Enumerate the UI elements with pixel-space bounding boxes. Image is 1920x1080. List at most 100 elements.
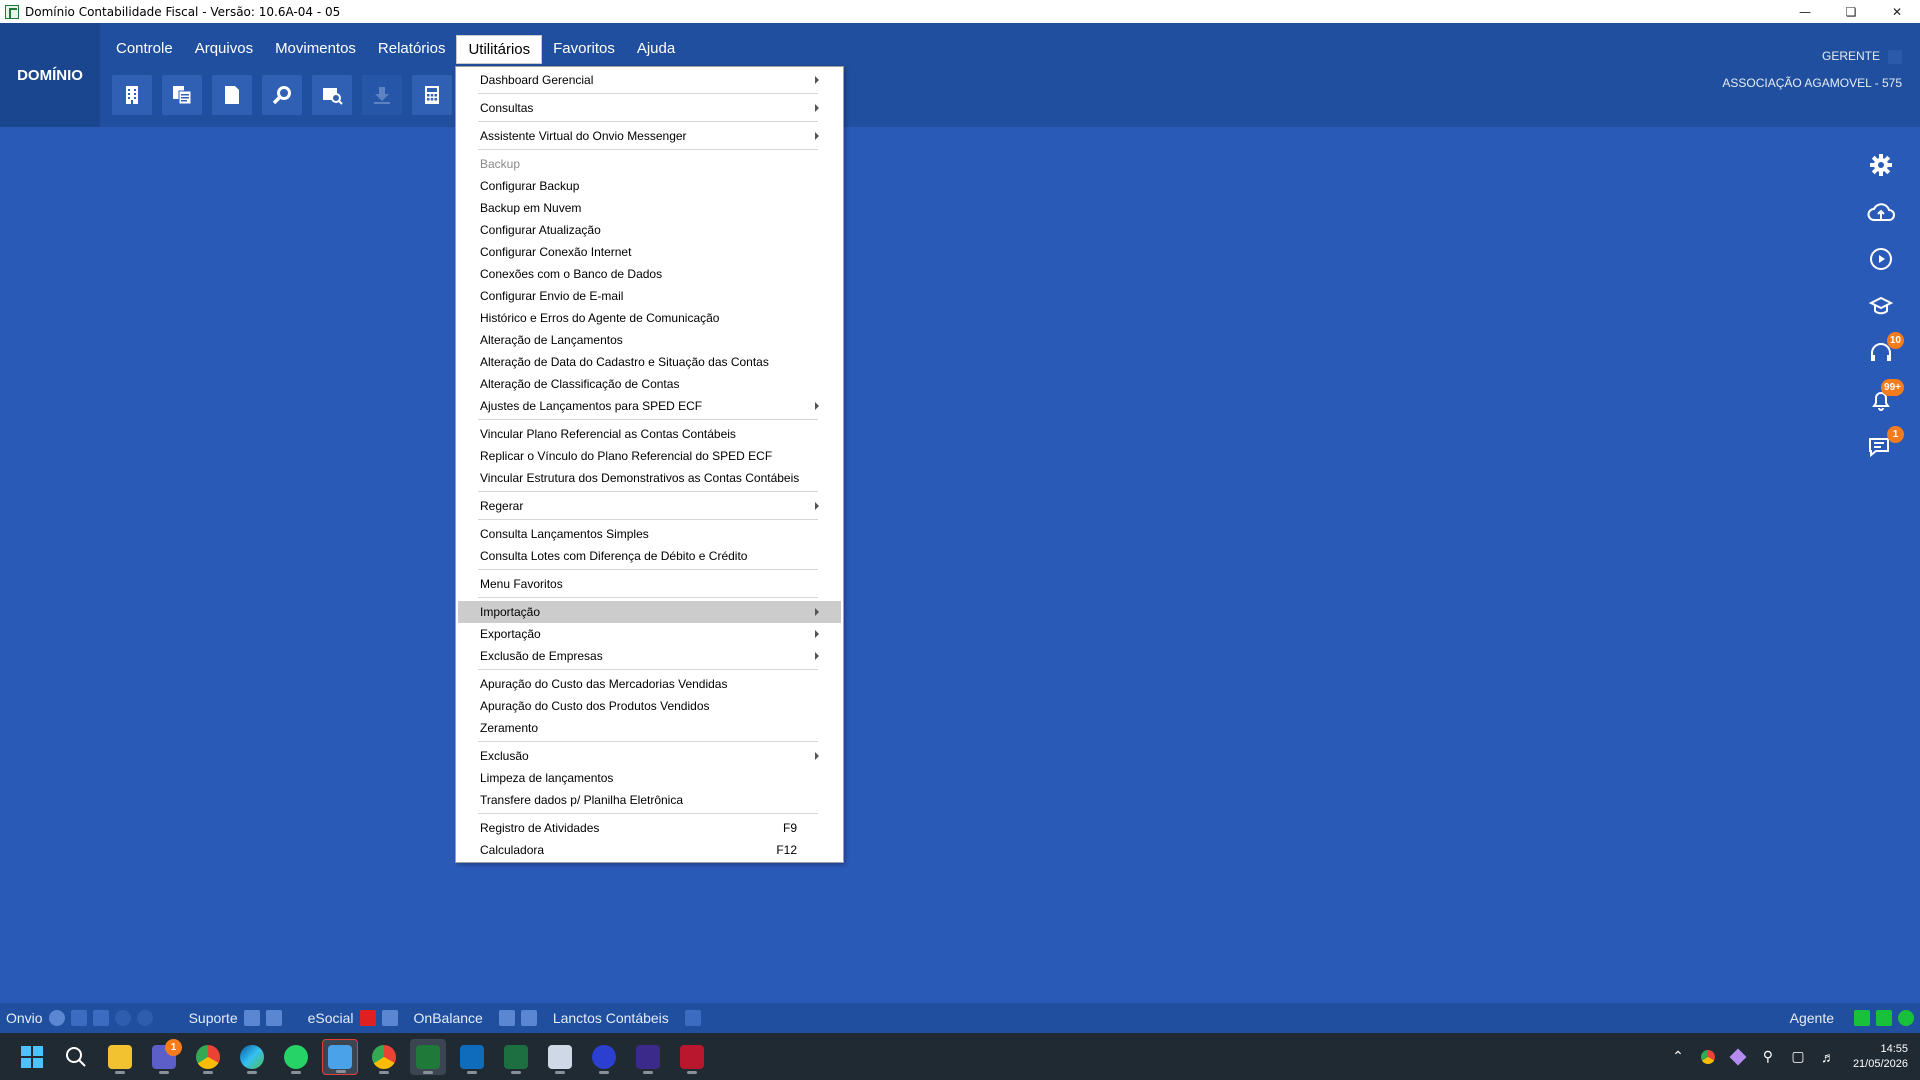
onvio-circle-icon[interactable]	[114, 1010, 131, 1026]
menu-exclusao[interactable]: Exclusão	[458, 745, 841, 767]
app-q-button[interactable]	[630, 1039, 666, 1075]
status-agente[interactable]: Agente	[1790, 1010, 1834, 1026]
dominio-app-button[interactable]	[410, 1038, 446, 1075]
menu-controle[interactable]: Controle	[105, 35, 184, 64]
download-icon[interactable]	[520, 1010, 537, 1026]
search-button[interactable]	[262, 75, 302, 115]
clock[interactable]: 14:55 21/05/2026	[1853, 1042, 1908, 1072]
menu-replicar-vinculo[interactable]: Replicar o Vínculo do Plano Referencial …	[458, 445, 841, 467]
menu-vincular-plano[interactable]: Vincular Plano Referencial as Contas Con…	[458, 423, 841, 445]
menu-calculadora[interactable]: Calculadora F12	[458, 839, 841, 861]
menu-limpeza-lancamentos[interactable]: Limpeza de lançamentos	[458, 767, 841, 789]
documents-button[interactable]	[162, 75, 202, 115]
status-suporte[interactable]: Suporte	[189, 1010, 238, 1026]
restore-button[interactable]: ❏	[1828, 0, 1874, 23]
lanctos-icon[interactable]	[684, 1010, 701, 1026]
document-search-button[interactable]	[312, 75, 352, 115]
app-p-button[interactable]	[674, 1039, 710, 1075]
chrome-tray-icon[interactable]	[1699, 1048, 1717, 1066]
menu-historico-erros[interactable]: Histórico e Erros do Agente de Comunicaç…	[458, 307, 841, 329]
status-onvio[interactable]: Onvio	[6, 1010, 43, 1026]
building-button[interactable]	[112, 75, 152, 115]
menu-apuracao-produtos[interactable]: Apuração do Custo dos Produtos Vendidos	[458, 695, 841, 717]
status-bar: Onvio Suporte eSocial OnBalance Lanctos …	[0, 1003, 1920, 1033]
play-button[interactable]	[1866, 244, 1896, 274]
outlook-button[interactable]	[454, 1039, 490, 1075]
teams-button[interactable]: 1	[146, 1038, 182, 1075]
menu-consulta-lotes[interactable]: Consulta Lotes com Diferença de Débito e…	[458, 545, 841, 567]
volume-icon[interactable]: ♬	[1819, 1048, 1837, 1066]
excel-button[interactable]	[498, 1039, 534, 1075]
plus-icon[interactable]	[243, 1010, 260, 1026]
menu-conexoes-banco[interactable]: Conexões com o Banco de Dados	[458, 263, 841, 285]
menu-configurar-email[interactable]: Configurar Envio de E-mail	[458, 285, 841, 307]
menu-favoritos-item[interactable]: Menu Favoritos	[458, 573, 841, 595]
menu-arquivos[interactable]: Arquivos	[184, 35, 264, 64]
start-button[interactable]	[14, 1039, 50, 1075]
menu-transfere-dados[interactable]: Transfere dados p/ Planilha Eletrônica	[458, 789, 841, 811]
chevron-up-icon[interactable]: ⌃	[1669, 1048, 1687, 1066]
cloud-upload-button[interactable]	[1866, 197, 1896, 227]
menu-configurar-atualizacao[interactable]: Configurar Atualização	[458, 219, 841, 241]
minimize-button[interactable]: —	[1782, 0, 1828, 23]
calculator-button[interactable]	[412, 75, 452, 115]
onvio-status-icon[interactable]	[136, 1010, 153, 1026]
menu-assistente-virtual[interactable]: Assistente Virtual do Onvio Messenger	[458, 125, 841, 147]
esocial-alert-icon[interactable]	[359, 1010, 376, 1026]
menu-configurar-conexao[interactable]: Configurar Conexão Internet	[458, 241, 841, 263]
snipping-icon	[328, 1044, 352, 1069]
menu-ajustes-sped[interactable]: Ajustes de Lançamentos para SPED ECF	[458, 395, 841, 417]
onvio-box-icon[interactable]	[70, 1010, 87, 1026]
menu-alteracao-lancamentos[interactable]: Alteração de Lançamentos	[458, 329, 841, 351]
chrome-button[interactable]	[190, 1039, 226, 1075]
menu-regerar[interactable]: Regerar	[458, 495, 841, 517]
menu-exportacao[interactable]: Exportação	[458, 623, 841, 645]
whatsapp-button[interactable]	[278, 1039, 314, 1075]
play-icon[interactable]	[48, 1010, 65, 1026]
menu-utilitarios[interactable]: Utilitários	[456, 35, 543, 64]
status-lanctos[interactable]: Lanctos Contábeis	[553, 1010, 669, 1026]
menu-exclusao-empresas[interactable]: Exclusão de Empresas	[458, 645, 841, 667]
chat-button[interactable]: 1	[1866, 426, 1904, 462]
menu-dashboard-gerencial[interactable]: Dashboard Gerencial	[458, 69, 841, 91]
menu-consulta-simples[interactable]: Consulta Lançamentos Simples	[458, 523, 841, 545]
menu-importacao[interactable]: Importação	[458, 601, 841, 623]
mail-icon[interactable]	[498, 1010, 515, 1026]
download-button[interactable]	[362, 75, 402, 115]
esocial-list-icon[interactable]	[381, 1010, 398, 1026]
network-settings-icon[interactable]: ⚲	[1759, 1048, 1777, 1066]
menu-consultas[interactable]: Consultas	[458, 97, 841, 119]
file-explorer-button[interactable]	[102, 1039, 138, 1075]
edge-button[interactable]	[234, 1039, 270, 1075]
menu-apuracao-mercadorias[interactable]: Apuração do Custo das Mercadorias Vendid…	[458, 673, 841, 695]
status-onbalance[interactable]: OnBalance	[414, 1010, 483, 1026]
user-menu-icon[interactable]	[1888, 49, 1902, 64]
education-button[interactable]	[1866, 291, 1896, 321]
page-button[interactable]	[212, 75, 252, 115]
close-button[interactable]: ✕	[1874, 0, 1920, 23]
support-button[interactable]: 10	[1866, 332, 1904, 368]
monitor-icon[interactable]: ▢	[1789, 1048, 1807, 1066]
feather-icon[interactable]	[1729, 1048, 1747, 1066]
menu-alteracao-classificacao[interactable]: Alteração de Classificação de Contas	[458, 373, 841, 395]
menu-backup-nuvem[interactable]: Backup em Nuvem	[458, 197, 841, 219]
menu-configurar-backup[interactable]: Configurar Backup	[458, 175, 841, 197]
status-esocial[interactable]: eSocial	[308, 1010, 354, 1026]
app-badge-button[interactable]	[586, 1039, 622, 1075]
menu-vincular-estrutura[interactable]: Vincular Estrutura dos Demonstrativos as…	[458, 467, 841, 489]
settings-button[interactable]	[1866, 150, 1896, 180]
menu-registro-atividades[interactable]: Registro de Atividades F9	[458, 817, 841, 839]
list-icon[interactable]	[265, 1010, 282, 1026]
menu-ajuda[interactable]: Ajuda	[626, 35, 686, 64]
chrome-profile-button[interactable]	[366, 1039, 402, 1075]
notifications-button[interactable]: 99+	[1866, 379, 1904, 415]
menu-relatorios[interactable]: Relatórios	[367, 35, 457, 64]
app-bank-button[interactable]	[542, 1039, 578, 1075]
menu-movimentos[interactable]: Movimentos	[264, 35, 367, 64]
menu-alteracao-data[interactable]: Alteração de Data do Cadastro e Situação…	[458, 351, 841, 373]
onvio-doc-icon[interactable]	[92, 1010, 109, 1026]
snipping-tool-button[interactable]	[322, 1038, 358, 1075]
menu-favoritos[interactable]: Favoritos	[542, 35, 626, 64]
menu-zeramento[interactable]: Zeramento	[458, 717, 841, 739]
search-taskbar-button[interactable]	[58, 1039, 94, 1075]
